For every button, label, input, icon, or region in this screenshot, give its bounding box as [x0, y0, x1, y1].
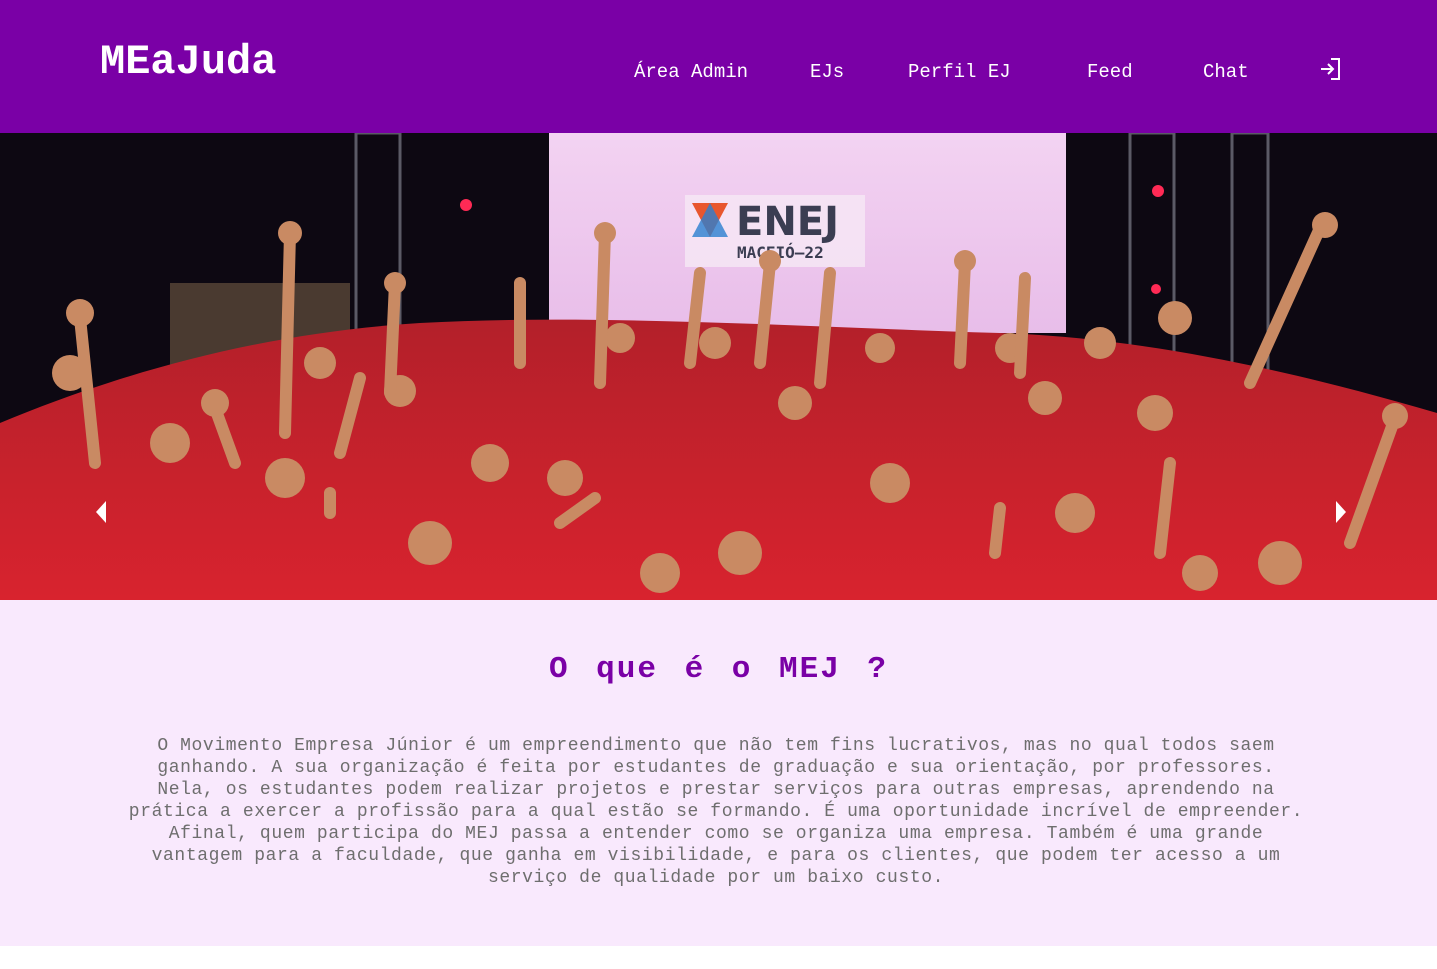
- carousel-next-button[interactable]: [1332, 497, 1352, 527]
- chevron-left-icon: [96, 501, 106, 523]
- brand-logo[interactable]: MEaJuda: [100, 38, 276, 86]
- about-text: O Movimento Empresa Júnior é um empreend…: [128, 736, 1304, 888]
- nav-link-perfil-ej[interactable]: Perfil EJ: [908, 60, 1011, 84]
- sign-title: ENEJ: [736, 199, 839, 245]
- nav-link-area-admin[interactable]: Área Admin: [634, 60, 748, 84]
- hero-carousel: ENEJ MACEIÓ—22: [0, 133, 1437, 600]
- chevron-right-icon: [1336, 501, 1346, 523]
- event-group-photo: ENEJ MACEIÓ—22: [0, 133, 1437, 600]
- login-icon[interactable]: [1318, 56, 1344, 82]
- about-title: O que é o MEJ ?: [548, 652, 889, 687]
- nav-link-ejs[interactable]: EJs: [810, 60, 844, 84]
- about-section: O que é o MEJ ? O Movimento Empresa Júni…: [0, 600, 1437, 946]
- nav-link-chat[interactable]: Chat: [1203, 60, 1249, 84]
- carousel-prev-button[interactable]: [92, 497, 112, 527]
- top-navbar: MEaJuda Área Admin EJs Perfil EJ Feed Ch…: [0, 0, 1437, 133]
- nav-link-feed[interactable]: Feed: [1087, 60, 1133, 84]
